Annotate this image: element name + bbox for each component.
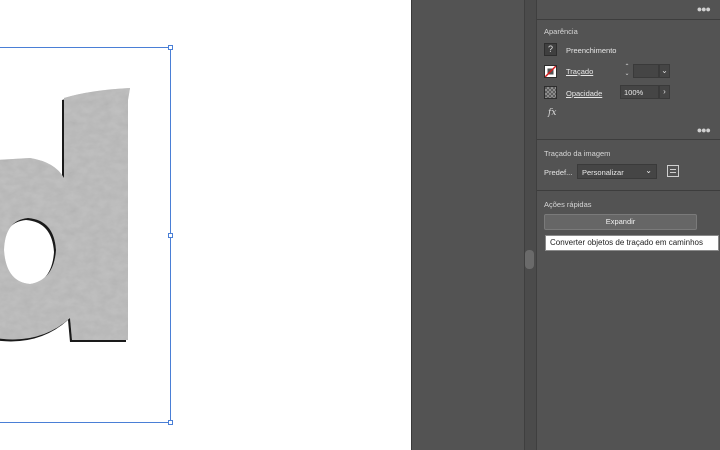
expand-button[interactable]: Expandir [544,214,697,230]
opacity-field[interactable]: 100% [620,85,659,99]
panel-scroll-thumb[interactable] [525,250,534,269]
properties-panel: ●●● Aparência ? Preenchimento Traçado ⌃ ⌄… [537,0,720,450]
dock-divider [411,0,412,450]
resize-handle[interactable] [168,420,173,425]
divider [537,190,720,191]
trace-options-icon[interactable] [667,165,679,177]
unknown-fill-icon[interactable]: ? [544,43,557,56]
image-trace-title: Traçado da imagem [544,149,611,158]
panel-scroll-track[interactable] [524,0,537,450]
chevron-right-icon[interactable]: › [659,85,670,99]
quick-actions-title: Ações rápidas [544,200,592,209]
preset-select[interactable]: Personalizar ⌄ [577,164,657,179]
opacity-label[interactable]: Opacidade [566,89,602,98]
fill-label: Preenchimento [566,46,617,55]
divider [537,139,720,140]
more-options-icon[interactable]: ●●● [697,126,711,135]
more-options-icon[interactable]: ●●● [697,5,711,14]
stroke-label[interactable]: Traçado [566,67,593,76]
resize-handle[interactable] [168,45,173,50]
artboard-canvas[interactable] [0,0,411,450]
preset-label: Predef... [544,168,573,177]
selection-bounding-box[interactable] [0,47,171,423]
chevron-down-icon[interactable]: ⌄ [659,64,670,78]
expand-tooltip: Converter objetos de traçado em caminhos [545,235,719,251]
chevron-down-icon: ⌄ [645,166,652,175]
dock-gutter [411,0,524,450]
stepper-icon[interactable]: ⌃ ⌄ [622,64,632,78]
preset-value: Personalizar [582,168,624,177]
appearance-title: Aparência [544,27,578,36]
fx-icon[interactable]: fx [548,108,556,118]
stroke-weight-field[interactable] [633,64,659,78]
divider [537,19,720,20]
stroke-none-icon[interactable] [544,65,557,78]
resize-handle[interactable] [168,233,173,238]
checkerboard-icon [544,86,557,99]
